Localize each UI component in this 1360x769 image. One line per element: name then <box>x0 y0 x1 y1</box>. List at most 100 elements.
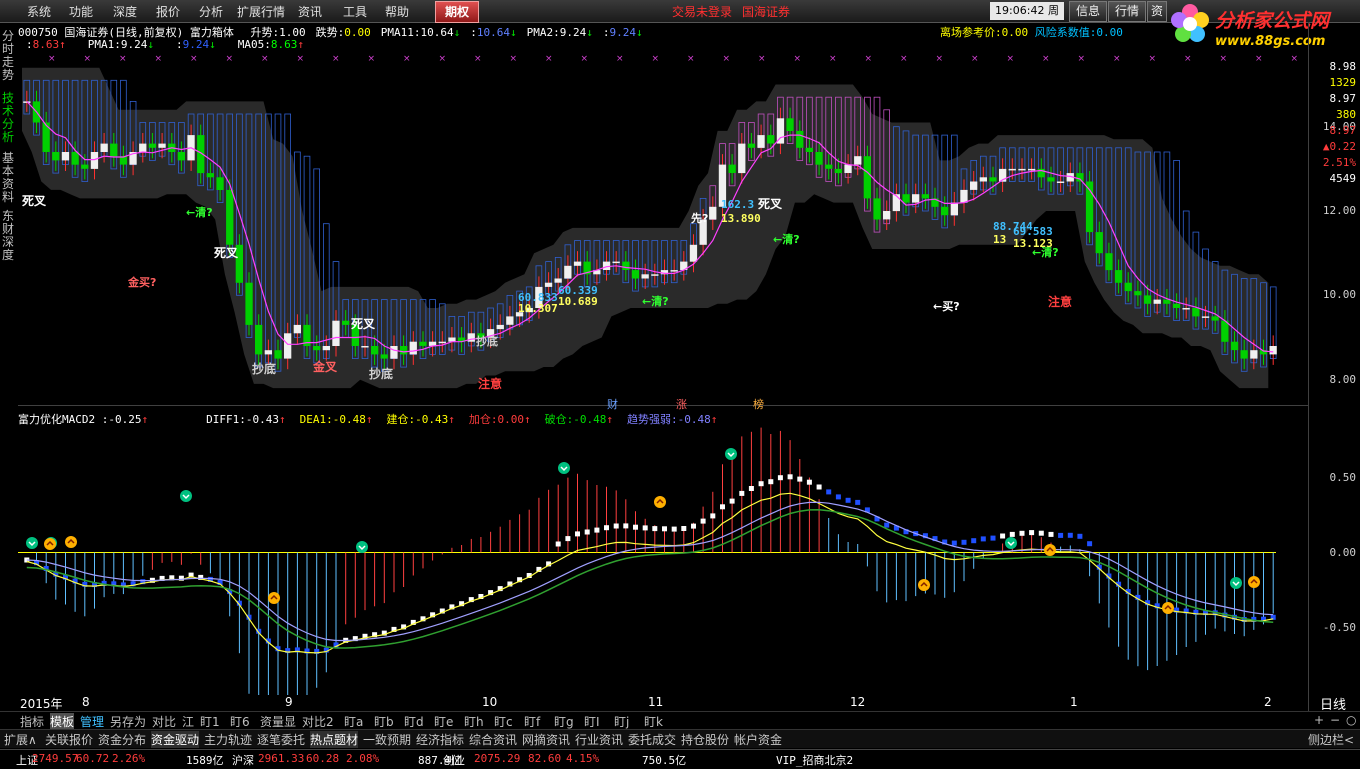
candle <box>390 346 398 359</box>
signal-value: 13 <box>993 233 1006 246</box>
function-tab[interactable]: 一致预期 <box>363 731 411 748</box>
candle <box>380 354 388 359</box>
menu-item[interactable]: 分析 <box>199 3 223 20</box>
sell-signal-icon[interactable] <box>1005 537 1017 549</box>
tab-fundamentals[interactable]: 基本资料 <box>2 152 16 204</box>
candle <box>245 282 253 325</box>
menu-item[interactable]: 深度 <box>113 3 137 20</box>
menu-item[interactable]: 系统 <box>27 3 51 20</box>
macd-chart[interactable] <box>18 425 1308 695</box>
function-tab[interactable]: 持仓股份 <box>681 731 729 748</box>
function-tab[interactable]: 委托成交 <box>628 731 676 748</box>
vip-server[interactable]: VIP_招商北京2 <box>776 752 853 768</box>
indicator-tab[interactable]: 管理 <box>80 713 104 730</box>
function-tab[interactable]: 关联报价 <box>45 731 93 748</box>
indicator-tab[interactable]: 盯h <box>464 713 484 730</box>
tab-depth[interactable]: 东财深度 <box>2 210 16 262</box>
tag-finance[interactable]: 财 <box>607 396 618 412</box>
sell-signal-icon[interactable] <box>1230 577 1242 589</box>
indicator-tab[interactable]: 对比2 <box>302 713 334 730</box>
indicator-tab[interactable]: 资量显 <box>260 713 296 730</box>
header-item-value: 10.64 <box>420 26 454 39</box>
news-button[interactable]: 资 <box>1147 1 1167 22</box>
tab-control-button[interactable]: ○ <box>1346 713 1356 727</box>
candle <box>1105 253 1113 271</box>
marker-icon: × <box>723 55 731 64</box>
info-button[interactable]: 信息 <box>1069 1 1107 22</box>
tab-intraday[interactable]: 分时走势 <box>2 30 16 82</box>
sell-signal-icon[interactable] <box>725 448 737 460</box>
menu-item[interactable]: 资讯 <box>298 3 322 20</box>
index-value: 2961.33 <box>258 752 305 765</box>
indicator-tab[interactable]: 盯1 <box>200 713 220 730</box>
indicator-tab[interactable]: 另存为 <box>110 713 146 730</box>
header-item-value: 9.24 <box>182 38 210 51</box>
function-tab[interactable]: 经济指标 <box>416 731 464 748</box>
indicator-tab[interactable]: 模板 <box>50 713 75 730</box>
buy-signal-icon[interactable] <box>1162 602 1174 614</box>
trend-square <box>710 513 716 519</box>
tab-control-button[interactable]: − <box>1330 713 1340 727</box>
function-tab[interactable]: 热点题材 <box>310 731 359 748</box>
function-tab[interactable]: 行业资讯 <box>575 731 623 748</box>
function-tab[interactable]: 资金驱动 <box>151 731 200 748</box>
function-tab[interactable]: 主力轨迹 <box>204 731 252 748</box>
menu-item[interactable]: 帮助 <box>385 3 409 20</box>
quote-button[interactable]: 行情 <box>1108 1 1146 22</box>
marker-icon: × <box>439 55 447 64</box>
tab-control-button[interactable]: + <box>1314 713 1324 727</box>
tab-technical[interactable]: 技术分析 <box>2 92 16 144</box>
tag-rank[interactable]: 榜 <box>753 396 764 412</box>
sell-signal-icon[interactable] <box>26 537 38 549</box>
indicator-tab[interactable]: 盯I <box>584 713 600 730</box>
indicator-tab[interactable]: 盯g <box>554 713 574 730</box>
index-name[interactable]: 创业 <box>443 752 465 768</box>
indicator-tab[interactable]: 盯f <box>524 713 540 730</box>
price-chart[interactable]: 死叉死叉死叉死叉金买?金叉←清?←清?←清?←清?抄底 抄底抄底注意注意←买?先?… <box>18 55 1308 405</box>
function-tab[interactable]: 资金分布 <box>98 731 146 748</box>
sidebar-toggle[interactable]: 侧边栏< <box>1308 731 1354 748</box>
indicator-tab[interactable]: 盯j <box>614 713 629 730</box>
indicator-tab[interactable]: 江 <box>182 713 194 730</box>
tag-rise[interactable]: 涨 <box>676 396 687 412</box>
function-tab[interactable]: 扩展∧ <box>4 731 37 748</box>
indicator-tab[interactable]: 盯e <box>434 713 453 730</box>
candle <box>158 143 166 148</box>
trend-arrow-icon: ↑ <box>297 38 304 51</box>
function-tab[interactable]: 网摘资讯 <box>522 731 570 748</box>
sell-signal-icon[interactable] <box>356 541 368 553</box>
function-tab[interactable]: 帐户资金 <box>734 731 782 748</box>
indicator-tab[interactable]: 盯6 <box>230 713 250 730</box>
login-status[interactable]: 交易未登录 <box>672 3 732 20</box>
buy-signal-icon[interactable] <box>268 592 280 604</box>
buy-signal-icon[interactable] <box>1044 544 1056 556</box>
sell-signal-icon[interactable] <box>180 490 192 502</box>
candle <box>941 206 949 216</box>
marker-icon: × <box>297 55 305 64</box>
function-tab[interactable]: 综合资讯 <box>469 731 517 748</box>
sell-signal-icon[interactable] <box>558 462 570 474</box>
buy-signal-icon[interactable] <box>65 536 77 548</box>
indicator-tab[interactable]: 对比 <box>152 713 176 730</box>
buy-signal-icon[interactable] <box>44 538 56 550</box>
indicator-tab[interactable]: 盯d <box>404 713 424 730</box>
index-name[interactable]: 沪深 <box>232 752 254 768</box>
menu-item[interactable]: 功能 <box>69 3 93 20</box>
indicator-tab[interactable]: 盯c <box>494 713 513 730</box>
indicator-tab[interactable]: 指标 <box>20 713 44 730</box>
buy-signal-icon[interactable] <box>918 579 930 591</box>
indicator-tab[interactable]: 盯a <box>344 713 363 730</box>
menu-item[interactable]: 工具 <box>343 3 367 20</box>
candle <box>332 320 340 346</box>
candle <box>71 152 79 165</box>
buy-signal-icon[interactable] <box>654 496 666 508</box>
tab-options[interactable]: 期权 <box>435 1 479 23</box>
menu-item[interactable]: 报价 <box>156 3 180 20</box>
function-tab[interactable]: 逐笔委托 <box>257 731 305 748</box>
indicator-tab[interactable]: 盯k <box>644 713 663 730</box>
indicator-tab[interactable]: 盯b <box>374 713 394 730</box>
buy-signal-icon[interactable] <box>1248 576 1260 588</box>
candle <box>293 324 301 334</box>
broker-name[interactable]: 国海证券 <box>742 3 790 20</box>
menu-item[interactable]: 扩展行情 <box>237 3 285 20</box>
